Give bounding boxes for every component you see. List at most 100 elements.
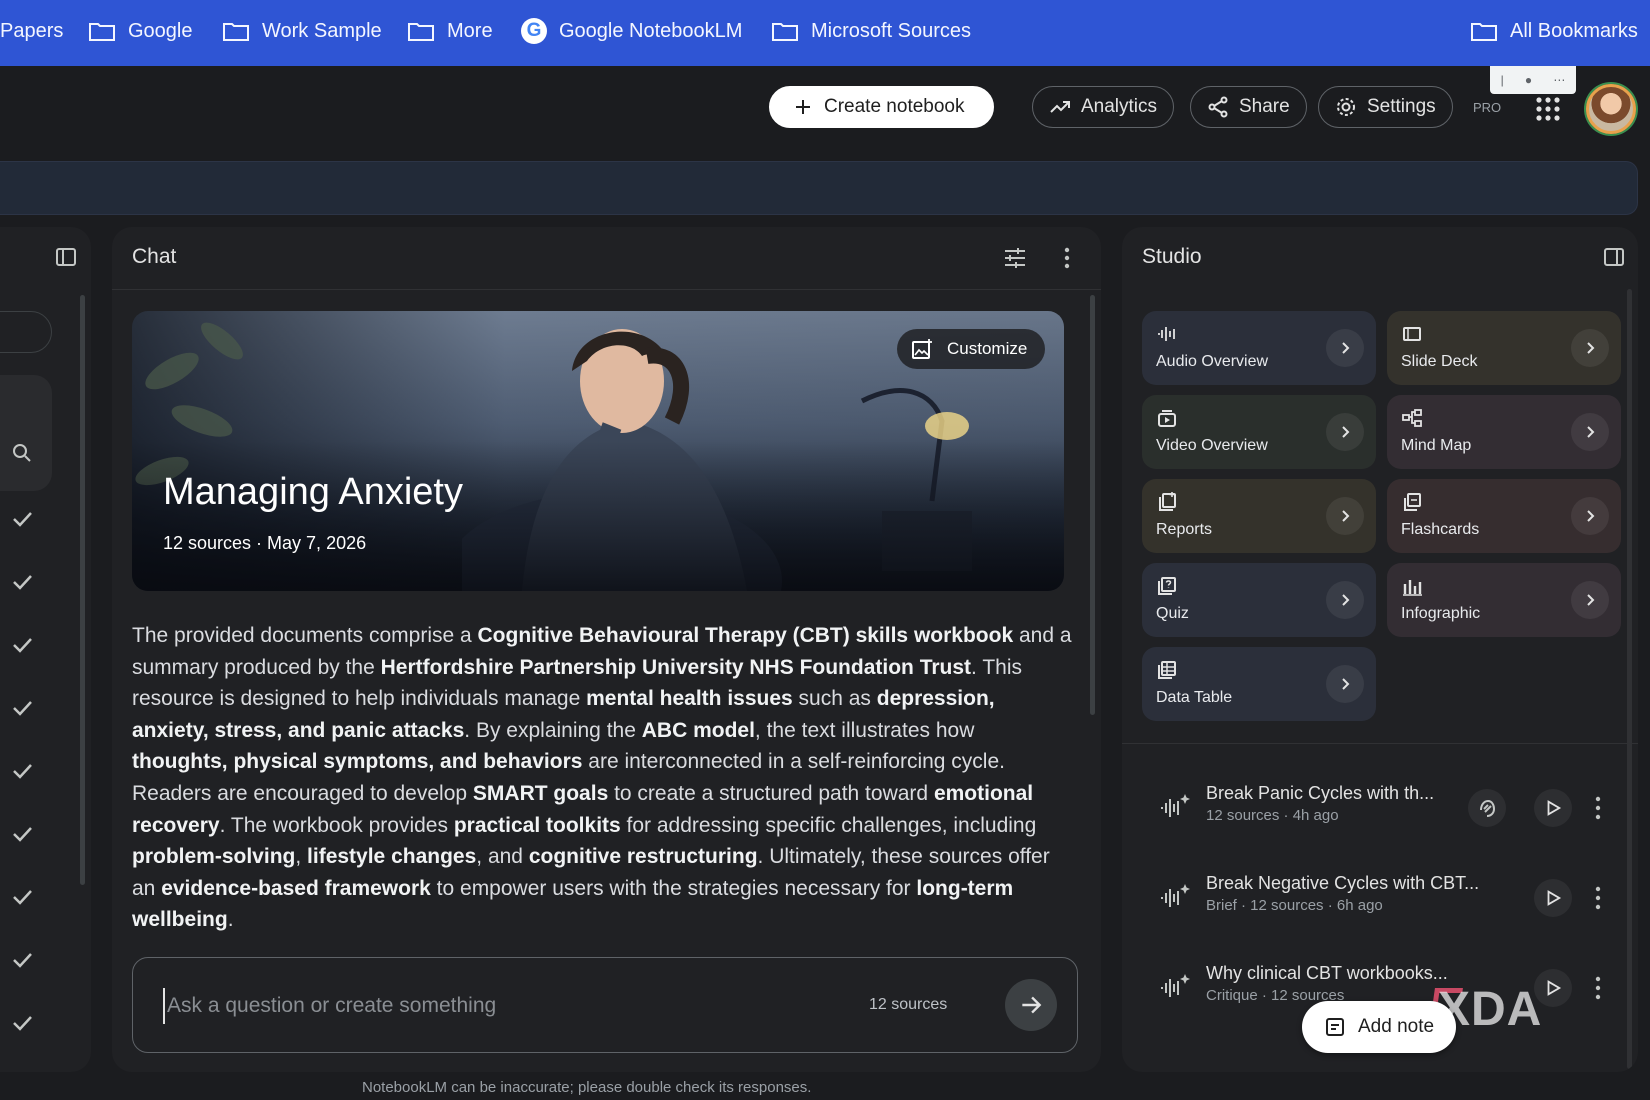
summary-emphasis: mental health issues — [586, 687, 793, 711]
tune-icon[interactable] — [1002, 245, 1028, 271]
bookmark-work-sample[interactable]: Work Sample — [222, 0, 382, 62]
studio-tile-quiz[interactable]: Quiz — [1142, 563, 1376, 637]
source-checkbox[interactable] — [8, 1009, 36, 1037]
source-checkbox[interactable] — [8, 946, 36, 974]
bookmark-label: Papers — [0, 19, 64, 42]
more-vert-icon[interactable] — [1584, 973, 1612, 1003]
source-checkbox[interactable] — [8, 757, 36, 785]
source-checkbox[interactable] — [8, 820, 36, 848]
chevron-right-icon[interactable] — [1571, 581, 1609, 619]
summary-text: to empower users with the strategies nec… — [430, 876, 917, 900]
all-bookmarks[interactable]: All Bookmarks — [1470, 0, 1638, 62]
chat-input[interactable] — [163, 988, 803, 1024]
more-icon: ⋯ — [1553, 73, 1566, 87]
studio-tile-audio-overview[interactable]: Audio Overview — [1142, 311, 1376, 385]
create-notebook-button[interactable]: Create notebook — [769, 86, 994, 128]
studio-note-item[interactable]: Break Negative Cycles with CBT... Brief … — [1122, 865, 1638, 935]
quiz-icon — [1158, 577, 1176, 595]
notice-banner — [0, 161, 1638, 215]
notebook-subtitle: 12 sources · May 7, 2026 — [163, 533, 367, 553]
settings-button[interactable]: Settings — [1318, 86, 1453, 128]
summary-emphasis: ABC model — [641, 718, 755, 742]
play-button[interactable] — [1534, 789, 1572, 827]
slide-deck-icon — [1403, 327, 1421, 341]
summary-emphasis: cognitive restructuring — [528, 845, 758, 869]
studio-note-item[interactable]: Break Panic Cycles with th... 12 sources… — [1122, 775, 1638, 845]
studio-tile-mind-map[interactable]: Mind Map — [1387, 395, 1621, 469]
summary-emphasis: Cognitive Behavioural Therapy (CBT) skil… — [477, 624, 1014, 647]
flashcards-icon — [1404, 493, 1421, 511]
create-notebook-label: Create notebook — [824, 96, 965, 117]
customize-button[interactable]: Customize — [897, 329, 1046, 369]
customize-label: Customize — [947, 339, 1028, 358]
panel-toggle-icon[interactable] — [54, 245, 78, 269]
mini-toolbar[interactable]: | ● ⋯ — [1490, 66, 1576, 94]
scrollbar[interactable] — [1627, 289, 1632, 1069]
chevron-right-icon[interactable] — [1571, 497, 1609, 535]
studio-tile-reports[interactable]: Reports — [1142, 479, 1376, 553]
mind-map-icon — [1402, 409, 1422, 427]
add-note-button[interactable]: Add note — [1302, 1001, 1457, 1053]
chevron-right-icon[interactable] — [1571, 413, 1609, 451]
source-checkbox[interactable] — [8, 568, 36, 596]
chevron-right-icon[interactable] — [1326, 497, 1364, 535]
bookmark-google[interactable]: Google — [88, 0, 193, 62]
studio-tile-video-overview[interactable]: Video Overview — [1142, 395, 1376, 469]
send-button[interactable] — [1005, 979, 1057, 1031]
notebook-title: Managing Anxiety — [163, 471, 463, 513]
avatar[interactable] — [1586, 84, 1636, 134]
more-vert-icon[interactable] — [1584, 793, 1612, 823]
notebook-hero-image: Customize Managing Anxiety 12 sources · … — [132, 311, 1064, 591]
studio-tile-slide-deck[interactable]: Slide Deck — [1387, 311, 1621, 385]
notebook-summary: The provided documents comprise a Cognit… — [132, 620, 1072, 936]
search-icon[interactable] — [2, 433, 42, 473]
apps-grid-icon[interactable] — [1535, 96, 1561, 122]
more-vert-icon[interactable] — [1054, 245, 1080, 271]
summary-emphasis: practical toolkits — [453, 813, 621, 837]
share-button[interactable]: Share — [1190, 86, 1307, 128]
note-meta: Brief · 12 sources · 6h ago — [1206, 897, 1383, 914]
analytics-button[interactable]: Analytics — [1032, 86, 1175, 128]
google-logo-icon: G — [521, 18, 547, 44]
chevron-right-icon[interactable] — [1326, 665, 1364, 703]
tile-label: Reports — [1156, 521, 1213, 538]
summary-text: , — [295, 845, 308, 869]
source-checkbox[interactable] — [8, 694, 36, 722]
note-meta: 12 sources · 4h ago — [1206, 807, 1339, 824]
studio-tile-infographic[interactable]: Infographic — [1387, 563, 1621, 637]
studio-tile-data-table[interactable]: Data Table — [1142, 647, 1376, 721]
chevron-right-icon[interactable] — [1326, 413, 1364, 451]
folder-icon — [223, 23, 249, 41]
bookmark-papers[interactable]: Papers — [0, 0, 63, 62]
bookmark-more[interactable]: More — [407, 0, 493, 62]
bookmark-notebooklm[interactable]: G Google NotebookLM — [521, 0, 742, 62]
source-checkbox[interactable] — [8, 631, 36, 659]
summary-emphasis: Hertfordshire Partnership University NHS… — [380, 655, 972, 679]
source-checkbox[interactable] — [8, 883, 36, 911]
chat-input-box: 12 sources — [132, 957, 1078, 1053]
tile-label: Quiz — [1156, 605, 1189, 622]
chevron-right-icon[interactable] — [1571, 329, 1609, 367]
more-vert-icon[interactable] — [1584, 883, 1612, 913]
source-checkbox[interactable] — [8, 505, 36, 533]
play-icon — [1547, 890, 1562, 906]
add-source-button[interactable] — [0, 311, 52, 353]
audio-sparkle-icon — [1161, 974, 1190, 997]
studio-tile-flashcards[interactable]: Flashcards — [1387, 479, 1621, 553]
summary-text: for addressing specific challenges, incl… — [620, 813, 1037, 837]
scrollbar[interactable] — [1090, 295, 1095, 715]
bookmark-label: Google NotebookLM — [559, 19, 743, 42]
chevron-right-icon[interactable] — [1326, 329, 1364, 367]
bookmark-label: Microsoft Sources — [811, 19, 972, 42]
video-icon — [1158, 410, 1176, 427]
scrollbar[interactable] — [80, 295, 85, 885]
panel-toggle-icon[interactable] — [1602, 245, 1626, 269]
bookmark-microsoft-sources[interactable]: Microsoft Sources — [771, 0, 971, 62]
chevron-right-icon[interactable] — [1326, 581, 1364, 619]
analytics-label: Analytics — [1081, 96, 1158, 117]
audio-sparkle-icon — [1161, 794, 1190, 817]
interactive-mode-button[interactable] — [1468, 789, 1506, 827]
play-button[interactable] — [1534, 879, 1572, 917]
pro-badge: PRO — [1473, 100, 1502, 115]
divider — [112, 289, 1101, 290]
